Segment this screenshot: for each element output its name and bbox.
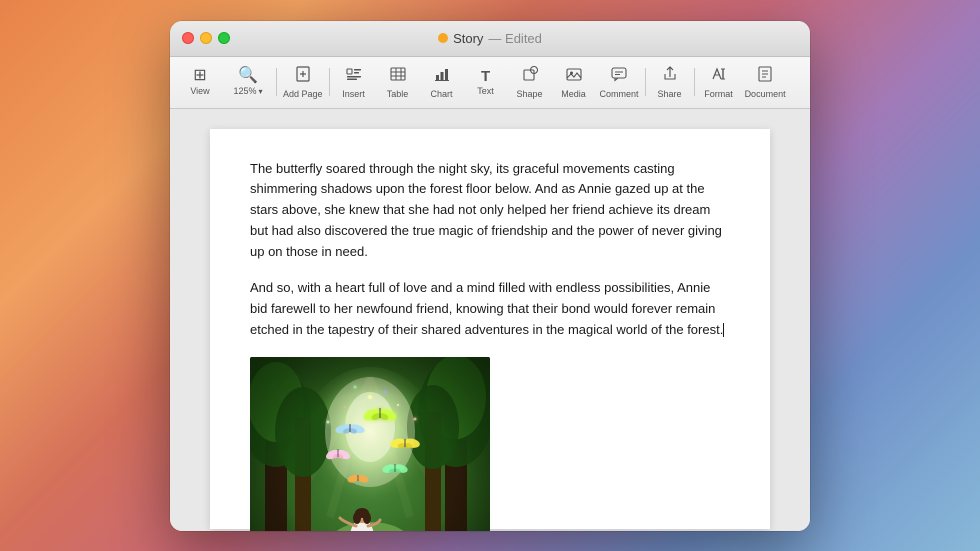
- view-button[interactable]: ⊞ View: [178, 60, 222, 104]
- minimize-button[interactable]: [200, 32, 212, 44]
- chart-icon: [433, 65, 451, 87]
- separator-4: [694, 68, 695, 96]
- media-label: Media: [561, 89, 586, 99]
- text-icon: T: [481, 69, 490, 84]
- window-title: Story: [453, 31, 483, 46]
- insert-button[interactable]: Insert: [332, 60, 376, 104]
- zoom-icon: 🔍: [238, 68, 258, 84]
- text-button[interactable]: T Text: [464, 60, 508, 104]
- document-button[interactable]: Document: [741, 60, 790, 104]
- insert-icon: [345, 65, 363, 87]
- insert-label: Insert: [342, 89, 365, 99]
- traffic-lights: [182, 32, 230, 44]
- document-area[interactable]: The butterfly soared through the night s…: [170, 109, 810, 531]
- shape-label: Shape: [517, 89, 543, 99]
- zoom-chevron-icon: ▾: [259, 87, 263, 96]
- app-window: Story — Edited ⊞ View 🔍 125% ▾: [170, 21, 810, 531]
- table-icon: [389, 65, 407, 87]
- format-label: Format: [704, 89, 733, 99]
- format-icon: [710, 65, 728, 87]
- media-icon: [565, 65, 583, 87]
- title-dot-icon: [438, 33, 448, 43]
- table-label: Table: [387, 89, 409, 99]
- text-label: Text: [477, 86, 494, 96]
- toolbar: ⊞ View 🔍 125% ▾ Add Page: [170, 57, 810, 109]
- close-button[interactable]: [182, 32, 194, 44]
- zoom-button[interactable]: 🔍 125% ▾: [222, 60, 274, 104]
- view-label: View: [190, 86, 209, 96]
- window-title-status: — Edited: [488, 31, 541, 46]
- paragraph-1: The butterfly soared through the night s…: [250, 159, 730, 263]
- maximize-button[interactable]: [218, 32, 230, 44]
- document-icon: [756, 65, 774, 87]
- separator-2: [329, 68, 330, 96]
- add-page-button[interactable]: Add Page: [279, 60, 327, 104]
- paragraph-1-text: The butterfly soared through the night s…: [250, 161, 722, 259]
- format-button[interactable]: Format: [697, 60, 741, 104]
- shape-icon: [521, 65, 539, 87]
- table-button[interactable]: Table: [376, 60, 420, 104]
- chart-button[interactable]: Chart: [420, 60, 464, 104]
- comment-label: Comment: [600, 89, 639, 99]
- add-page-label: Add Page: [283, 89, 323, 99]
- chart-label: Chart: [431, 89, 453, 99]
- window-title-group: Story — Edited: [438, 31, 542, 46]
- shape-button[interactable]: Shape: [508, 60, 552, 104]
- page[interactable]: The butterfly soared through the night s…: [210, 129, 770, 529]
- text-cursor: [723, 323, 724, 337]
- paragraph-2-text: And so, with a heart full of love and a …: [250, 280, 723, 337]
- zoom-value: 125%: [233, 86, 256, 96]
- share-label: Share: [658, 89, 682, 99]
- view-icon: ⊞: [193, 68, 206, 84]
- add-page-icon: [294, 65, 312, 87]
- comment-button[interactable]: Comment: [596, 60, 643, 104]
- share-button[interactable]: Share: [648, 60, 692, 104]
- story-image: [250, 357, 490, 531]
- separator-3: [645, 68, 646, 96]
- paragraph-2: And so, with a heart full of love and a …: [250, 278, 730, 340]
- share-icon: [661, 65, 679, 87]
- comment-icon: [610, 65, 628, 87]
- media-button[interactable]: Media: [552, 60, 596, 104]
- separator-1: [276, 68, 277, 96]
- titlebar: Story — Edited: [170, 21, 810, 57]
- document-label: Document: [745, 89, 786, 99]
